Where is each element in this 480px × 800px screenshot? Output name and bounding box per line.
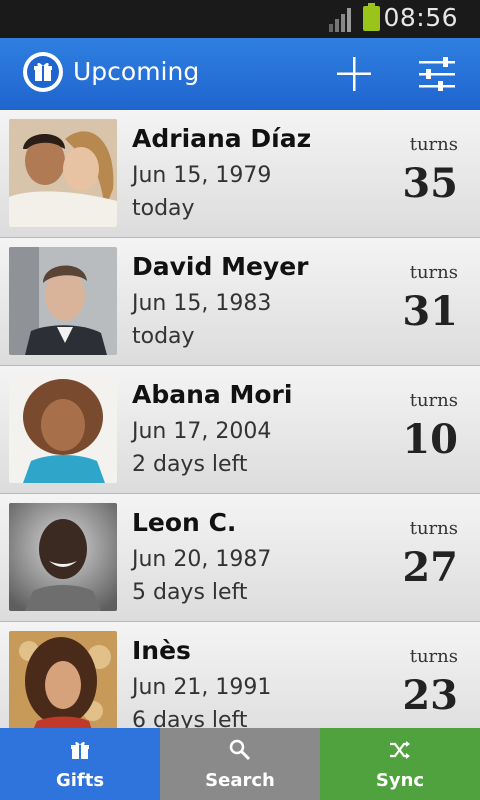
birth-date: Jun 21, 1991 [132,675,272,700]
turns-label: turns [409,518,458,539]
contact-name: Adriana Díaz [132,124,312,153]
list-item[interactable]: Leon C. Jun 20, 1987 5 days left turns 2… [0,494,480,622]
turns-age: 23 [402,672,458,719]
clock: 08:56 [383,3,458,32]
avatar [9,247,117,355]
list-item[interactable]: David Meyer Jun 15, 1983 today turns 31 [0,238,480,366]
battery-icon [363,3,380,31]
settings-sliders-icon[interactable] [417,54,457,94]
contact-name: Abana Mori [132,380,293,409]
birth-date: Jun 20, 1987 [132,547,272,572]
tab-sync[interactable]: Sync [320,728,480,800]
signal-icon [329,8,351,32]
page-title: Upcoming [73,57,200,86]
days-left: today [132,324,195,349]
contact-name: Leon C. [132,508,237,537]
turns-age: 35 [402,160,458,207]
tab-search[interactable]: Search [160,728,320,800]
turns-age: 31 [402,288,458,335]
gift-icon [71,741,89,759]
gift-logo-icon[interactable] [23,52,63,92]
avatar [9,119,117,227]
turns-label: turns [409,646,458,667]
days-left: 6 days left [132,708,248,728]
turns-label: turns [409,134,458,155]
contact-name: Inès [132,636,191,665]
shuffle-icon [390,741,410,759]
tab-gifts[interactable]: Gifts [0,728,160,800]
contact-name: David Meyer [132,252,309,281]
list-item[interactable]: Abana Mori Jun 17, 2004 2 days left turn… [0,366,480,494]
days-left: 2 days left [132,452,248,477]
avatar [9,375,117,483]
app-bar: Upcoming [0,38,480,110]
tab-label: Gifts [55,770,105,791]
list-item[interactable]: Adriana Díaz Jun 15, 1979 today turns 35 [0,110,480,238]
search-icon [229,739,251,761]
turns-age: 10 [402,416,458,463]
turns-age: 27 [402,544,458,591]
turns-label: turns [409,390,458,411]
turns-label: turns [409,262,458,283]
status-bar: 08:56 [0,0,480,38]
upcoming-list[interactable]: Adriana Díaz Jun 15, 1979 today turns 35… [0,110,480,728]
bottom-nav: Gifts Search Sync [0,728,480,800]
birth-date: Jun 15, 1983 [132,291,272,316]
days-left: today [132,196,195,221]
tab-label: Search [205,770,275,791]
avatar [9,631,117,728]
list-item[interactable]: Inès Jun 21, 1991 6 days left turns 23 [0,622,480,728]
birth-date: Jun 17, 2004 [132,419,272,444]
add-icon[interactable] [334,54,374,94]
tab-label: Sync [375,770,425,791]
days-left: 5 days left [132,580,248,605]
avatar [9,503,117,611]
birth-date: Jun 15, 1979 [132,163,272,188]
